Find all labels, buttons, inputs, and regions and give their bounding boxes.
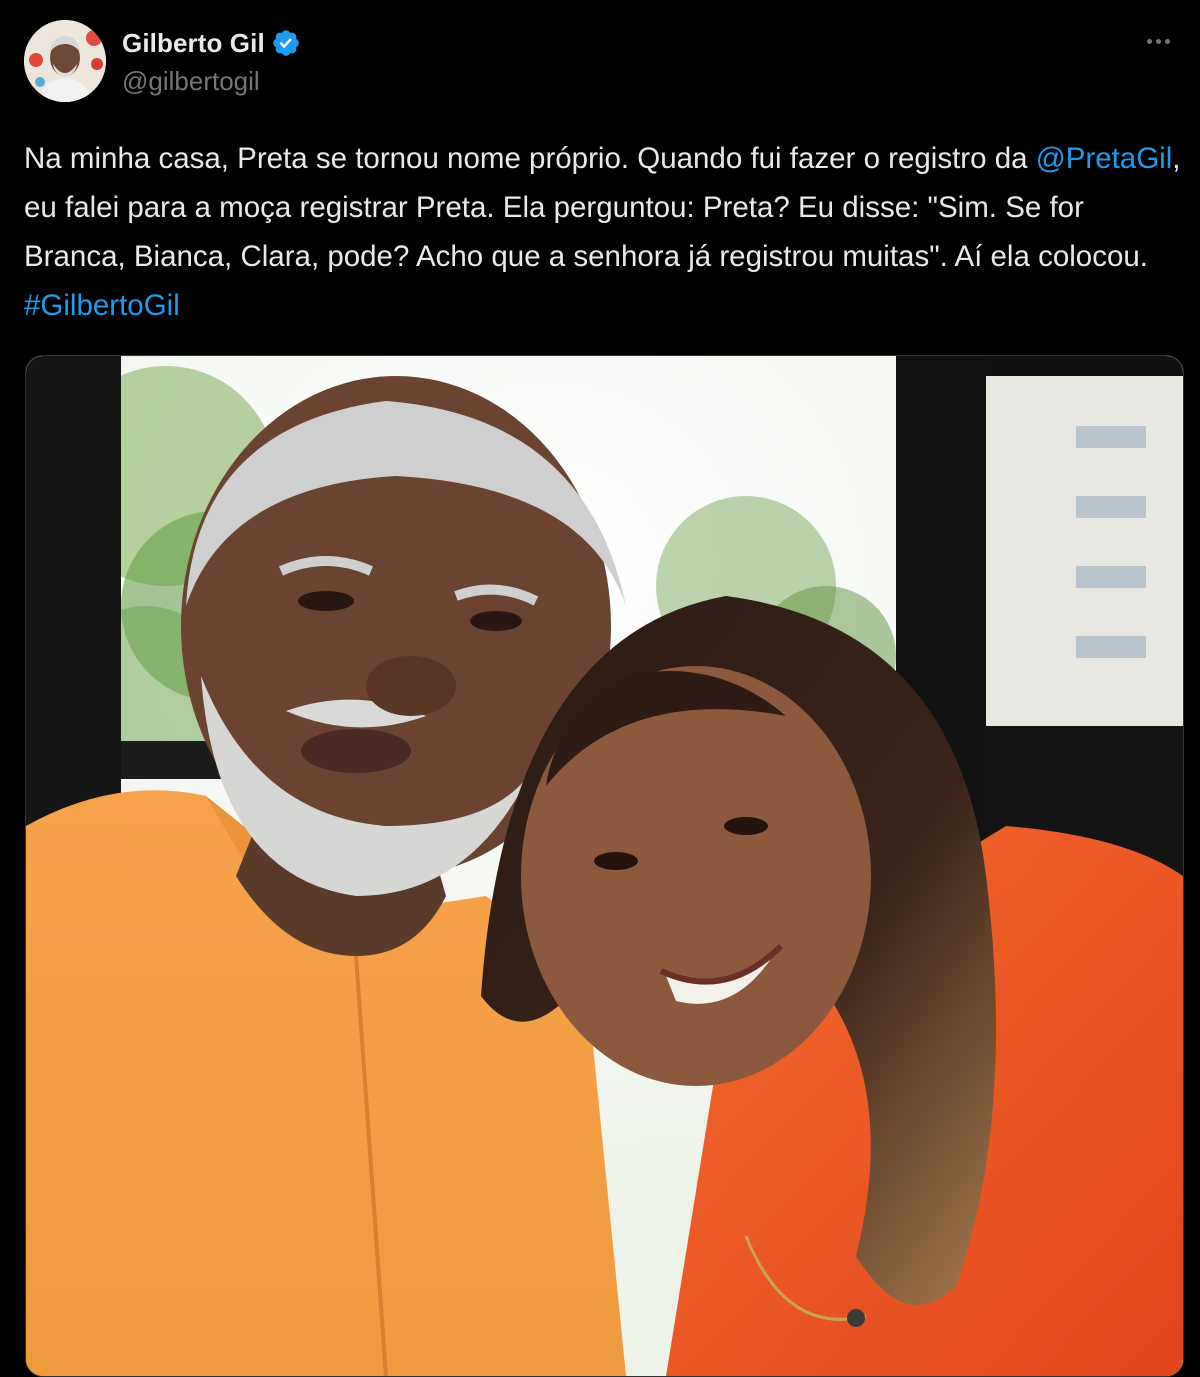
- avatar[interactable]: [24, 20, 106, 102]
- tweet-text: Na minha casa, Preta se tornou nome próp…: [24, 134, 1189, 330]
- tweet-photo[interactable]: [25, 355, 1184, 1377]
- author-name-row: Gilberto Gil: [122, 26, 301, 60]
- more-options-icon[interactable]: [1138, 26, 1178, 56]
- hashtag-link[interactable]: #GilbertoGil: [24, 289, 180, 322]
- photo-illustration: [26, 356, 1183, 1376]
- handle[interactable]: @gilbertogil: [122, 66, 260, 97]
- avatar-photo-icon: [24, 20, 106, 102]
- mention-link[interactable]: @PretaGil: [1036, 142, 1173, 175]
- tweet-text-part-1: Na minha casa, Preta se tornou nome próp…: [24, 142, 1036, 175]
- display-name[interactable]: Gilberto Gil: [122, 28, 265, 59]
- tweet: Gilberto Gil @gilbertogil Na minha casa,…: [0, 0, 1200, 1377]
- verified-badge-icon: [272, 30, 299, 56]
